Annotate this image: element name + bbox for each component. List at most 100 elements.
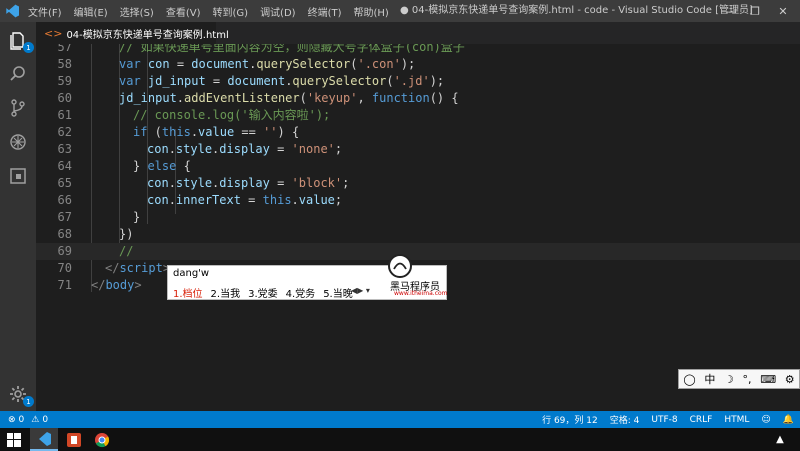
code-token: // 如果快递单号里面内容为空，则隐藏大号字体盒子(con)盒子 — [119, 44, 465, 54]
line-ending[interactable]: CRLF — [690, 415, 713, 425]
indentation[interactable]: 空格: 4 — [610, 413, 640, 426]
ime-candidate-list: 1.档位 2.当我 3.党委 4.党务 5.当晚 — [173, 285, 361, 300]
code-line[interactable]: 62 if (this.value == '') { — [36, 124, 800, 141]
code-line[interactable]: 68}) — [36, 226, 800, 243]
activity-bar: 1 1 — [0, 22, 36, 411]
window-title: ● 04-模拟京东快递单号查询案例.html - code - Visual S… — [400, 5, 753, 16]
tray-up-icon[interactable]: ▲ — [768, 428, 792, 451]
code-text: con.style.display = 'block'; — [147, 175, 349, 192]
code-token: { — [176, 159, 191, 173]
code-line[interactable]: 67} — [36, 209, 800, 226]
vscode-icon — [39, 431, 51, 446]
code-line[interactable]: 64} else { — [36, 158, 800, 175]
code-line[interactable]: 66 con.innerText = this.value; — [36, 192, 800, 209]
code-line[interactable]: 61 // console.log('输入内容啦'); — [36, 107, 800, 124]
code-token: . — [168, 193, 176, 207]
ime-halfwidth-icon[interactable]: ☽ — [724, 373, 734, 386]
code-token: 'none' — [291, 142, 335, 156]
code-text: // console.log('输入内容啦'); — [133, 107, 330, 124]
code-token: 'keyup' — [306, 91, 358, 105]
menu-go[interactable]: 转到(G) — [213, 4, 249, 19]
source-control-button[interactable] — [6, 96, 30, 120]
code-token: value — [298, 193, 335, 207]
ime-candidate[interactable]: 2.当我 — [211, 285, 241, 300]
code-text: jd_input.addEventListener('keyup', funct… — [119, 90, 459, 107]
code-line[interactable]: 65 con.style.display = 'block'; — [36, 175, 800, 192]
debug-button[interactable] — [6, 130, 30, 154]
feedback-icon[interactable]: ☺ — [761, 415, 770, 425]
menu-edit[interactable]: 编辑(E) — [74, 4, 108, 19]
code-editor[interactable]: 57 // 如果快递单号里面内容为空，则隐藏大号字体盒子(con)盒子 58 var … — [36, 44, 800, 411]
code-token: . — [168, 142, 176, 156]
taskbar-powerpoint[interactable] — [60, 428, 88, 451]
keyboard-icon[interactable]: ⌨ — [760, 373, 776, 386]
code-token: } — [133, 210, 141, 224]
explorer-button[interactable]: 1 — [6, 28, 34, 53]
ime-logo-icon[interactable]: ◯ — [683, 373, 695, 386]
ime-settings-icon[interactable]: ⚙ — [785, 373, 795, 386]
code-line[interactable]: 57 // 如果快递单号里面内容为空，则隐藏大号字体盒子(con)盒子 — [36, 44, 800, 56]
menu-bar: 文件(F) 编辑(E) 选择(S) 查看(V) 转到(G) 调试(D) 终端(T… — [28, 0, 401, 22]
ime-page-arrows-icon[interactable]: ◀▶ ▾ — [351, 286, 370, 295]
code-token: ( — [147, 125, 162, 139]
tab-html-file[interactable]: <> 04-模拟京东快递单号查询案例.html — [36, 22, 229, 44]
extensions-button[interactable] — [6, 164, 30, 188]
code-token: '.con' — [357, 57, 401, 71]
code-token: this — [262, 193, 292, 207]
menu-help[interactable]: 帮助(H) — [354, 4, 389, 19]
code-text: </script> — [105, 260, 170, 277]
code-line[interactable]: 63 con.style.display = 'none'; — [36, 141, 800, 158]
line-number: 61 — [57, 108, 72, 122]
cursor-position[interactable]: 行 69，列 12 — [542, 413, 598, 426]
code-line[interactable]: 69 // — [36, 243, 800, 260]
close-window-button[interactable]: ✕ — [760, 0, 800, 22]
code-token: ( — [299, 91, 307, 105]
code-line[interactable]: 58 var con = document.querySelector('.con… — [36, 56, 800, 73]
editor-tabs: <> 04-模拟京东快递单号查询案例.html — [36, 22, 800, 44]
menu-debug[interactable]: 调试(D) — [260, 4, 296, 19]
warning-icon: ⚠ — [31, 414, 40, 425]
code-token: function — [371, 91, 430, 105]
code-text: con.innerText = this.value; — [147, 192, 342, 209]
ime-punct-icon[interactable]: °, — [743, 373, 752, 386]
warning-count: 0 — [42, 414, 49, 425]
code-token: . — [190, 125, 199, 139]
taskbar-chrome[interactable] — [88, 428, 116, 451]
menu-file[interactable]: 文件(F) — [28, 4, 62, 19]
ime-candidate[interactable]: 5.当晚 — [323, 285, 353, 300]
code-token: document — [227, 74, 286, 88]
code-token: '.jd' — [393, 74, 430, 88]
line-number: 67 — [57, 210, 72, 224]
taskbar: ▲ — [0, 428, 800, 451]
code-line[interactable]: 59 var jd_input = document.querySelector(… — [36, 73, 800, 90]
menu-selection[interactable]: 选择(S) — [120, 4, 154, 19]
taskbar-vscode[interactable] — [30, 428, 58, 451]
manage-button[interactable]: 1 — [6, 382, 34, 407]
ime-candidate[interactable]: 4.党务 — [286, 285, 316, 300]
ime-candidate[interactable]: 1.档位 — [173, 285, 203, 300]
itheima-logo-icon — [388, 254, 412, 278]
search-button[interactable] — [6, 62, 30, 86]
code-token: ( — [386, 74, 394, 88]
code-text: var jd_input = document.querySelector('.… — [119, 73, 444, 90]
line-number: 69 — [57, 244, 72, 258]
notifications-icon[interactable]: 🔔 — [783, 415, 794, 425]
line-number: 71 — [57, 278, 72, 292]
ime-lang-toggle[interactable]: 中 — [704, 371, 715, 387]
code-token: = — [205, 74, 228, 88]
code-token: script — [119, 261, 163, 275]
problems-indicator[interactable]: ⊗ 0 ⚠ 0 — [8, 411, 48, 428]
code-line[interactable]: 60 jd_input.addEventListener('keyup', fun… — [36, 90, 800, 107]
line-number: 68 — [57, 227, 72, 241]
menu-terminal[interactable]: 终端(T) — [308, 4, 342, 19]
menu-view[interactable]: 查看(V) — [166, 4, 201, 19]
start-button[interactable] — [0, 428, 28, 451]
ime-candidate[interactable]: 3.党委 — [248, 285, 278, 300]
encoding[interactable]: UTF-8 — [651, 415, 677, 425]
code-token: . — [176, 91, 185, 105]
language-mode[interactable]: HTML — [724, 415, 749, 425]
windows-icon — [7, 432, 21, 447]
ime-status-bar: ◯ 中 ☽ °, ⌨ ⚙ — [678, 369, 800, 389]
error-icon: ⊗ — [8, 414, 16, 425]
code-text: // — [119, 243, 133, 260]
